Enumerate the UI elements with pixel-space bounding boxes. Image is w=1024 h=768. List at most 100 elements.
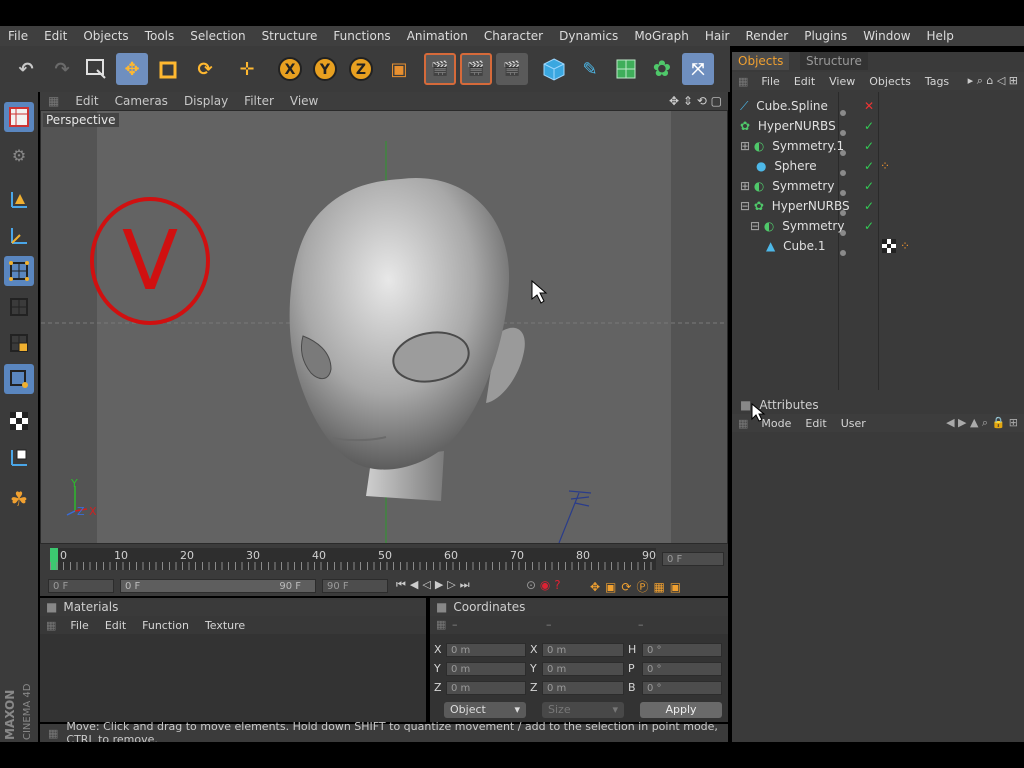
objects-search-home-icons[interactable]: ▸ ⌕ ⌂ ◁ ⊞ <box>968 74 1024 88</box>
menu-edit[interactable]: Edit <box>36 29 75 43</box>
menu-character[interactable]: Character <box>476 29 551 43</box>
materials-menu-edit[interactable]: Edit <box>97 619 134 632</box>
list-item[interactable]: ⊞ ◐ Symmetry.1 ✓ <box>740 137 1020 156</box>
menu-animation[interactable]: Animation <box>399 29 476 43</box>
menu-file[interactable]: File <box>0 29 36 43</box>
menu-mograph[interactable]: MoGraph <box>626 29 697 43</box>
list-item[interactable]: ⊟ ◐ Symmetry ✓ <box>750 217 1020 236</box>
move-tool-icon[interactable]: ✥ <box>116 53 148 85</box>
move-axis-icon[interactable]: ✛ <box>231 53 263 85</box>
menu-selection[interactable]: Selection <box>182 29 253 43</box>
enabled-check-icon[interactable]: ✓ <box>864 197 874 215</box>
nurbs-icon[interactable] <box>610 53 642 85</box>
enabled-check-icon[interactable]: ✓ <box>864 217 874 235</box>
texture-checker-icon[interactable] <box>4 406 34 436</box>
texture-mode-icon[interactable] <box>4 184 34 214</box>
y-axis-lock-icon[interactable]: Y <box>309 53 341 85</box>
timeline-ruler[interactable]: 0 10 20 30 40 50 60 70 80 90 0 F <box>40 544 728 576</box>
position-y-field[interactable]: 0 m <box>446 662 526 676</box>
record-controls[interactable]: ⊙ ◉ ? <box>526 578 586 594</box>
size-y-field[interactable]: 0 m <box>542 662 624 676</box>
tweak-mode-icon[interactable] <box>4 364 34 394</box>
collapse-minus-icon[interactable]: ⊟ <box>740 199 750 213</box>
frame-range-slider[interactable]: 0 F 90 F <box>120 579 316 593</box>
menu-objects[interactable]: Objects <box>75 29 136 43</box>
coord-size-select[interactable]: Size ▾ <box>542 702 624 718</box>
objects-menu-tags[interactable]: Tags <box>918 75 956 88</box>
viewport-nav-icons[interactable]: ✥ ⇕ ⟲ ▢ <box>669 94 728 108</box>
expand-plus-icon[interactable]: ⊞ <box>740 179 750 193</box>
material-tag-icon[interactable]: ⁘ <box>900 237 910 255</box>
array-icon[interactable]: ✿ <box>646 53 678 85</box>
autokey-icon[interactable]: ? <box>554 578 560 592</box>
viewport-menu-edit[interactable]: Edit <box>67 94 106 108</box>
objects-menu-objects[interactable]: Objects <box>862 75 918 88</box>
enabled-check-icon[interactable]: ✓ <box>864 157 874 175</box>
expand-plus-icon[interactable]: ⊞ <box>740 139 750 153</box>
menu-help[interactable]: Help <box>919 29 962 43</box>
rotation-h-field[interactable]: 0 ° <box>642 643 722 657</box>
viewport-menu-display[interactable]: Display <box>176 94 236 108</box>
tab-objects[interactable]: Objects <box>732 52 790 70</box>
enabled-check-icon[interactable]: ✓ <box>864 177 874 195</box>
list-item[interactable]: ⊟ ✿ HyperNURBS ✓ <box>740 197 1020 216</box>
attributes-nav-icons[interactable]: ◀ ▶ ▲ ⌕ 🔒 ⊞ <box>946 416 1024 430</box>
disabled-x-icon[interactable]: ✕ <box>864 97 874 115</box>
collapse-minus-icon[interactable]: ⊟ <box>750 219 760 233</box>
menu-render[interactable]: Render <box>737 29 796 43</box>
menu-plugins[interactable]: Plugins <box>796 29 855 43</box>
viewport-menu-filter[interactable]: Filter <box>236 94 282 108</box>
sculpt-icon[interactable]: ☘ <box>4 484 34 514</box>
render-view-icon[interactable]: 🎬 <box>424 53 456 85</box>
list-item[interactable]: ● Sphere ✓ ⁘ <box>756 157 1020 176</box>
size-z-field[interactable]: 0 m <box>542 681 624 695</box>
rotation-b-field[interactable]: 0 ° <box>642 681 722 695</box>
live-selection-icon[interactable] <box>80 53 112 85</box>
menu-hair[interactable]: Hair <box>697 29 738 43</box>
menu-window[interactable]: Window <box>855 29 918 43</box>
list-item[interactable]: ▲ Cube.1 ⁘ <box>766 237 1020 258</box>
viewport-menu-view[interactable]: View <box>282 94 326 108</box>
apply-button[interactable]: Apply <box>640 702 722 718</box>
coordinate-system-icon[interactable]: ▣ <box>383 53 415 85</box>
workplane-mode-icon[interactable] <box>4 220 34 250</box>
rotate-tool-icon[interactable]: ⟳ <box>189 53 221 85</box>
objects-menu-view[interactable]: View <box>822 75 862 88</box>
undo-icon[interactable]: ↶ <box>10 53 42 85</box>
materials-menu-texture[interactable]: Texture <box>197 619 253 632</box>
deformer-icon[interactable]: ⤧ <box>682 53 714 85</box>
position-x-field[interactable]: 0 m <box>446 643 526 657</box>
uv-axis-icon[interactable] <box>4 442 34 472</box>
list-item[interactable]: ⊞ ◐ Symmetry ✓ <box>740 177 1020 196</box>
menu-functions[interactable]: Functions <box>325 29 398 43</box>
menu-structure[interactable]: Structure <box>254 29 326 43</box>
viewport-menu-cameras[interactable]: Cameras <box>107 94 176 108</box>
objects-menu-file[interactable]: File <box>754 75 786 88</box>
visibility-dot-icon[interactable] <box>840 243 846 261</box>
render-picture-viewer-icon[interactable]: 🎬 <box>460 53 492 85</box>
polygons-mode-icon[interactable] <box>4 328 34 358</box>
model-mode-icon[interactable] <box>4 102 34 132</box>
size-x-field[interactable]: 0 m <box>542 643 624 657</box>
spline-pen-icon[interactable]: ✎ <box>574 53 606 85</box>
render-settings-icon[interactable]: 🎬 <box>496 53 528 85</box>
perspective-viewport[interactable]: Perspective V Y Z X <box>40 110 728 544</box>
key-type-icons[interactable]: ✥▣⟳Ⓟ▦▣ <box>590 578 726 594</box>
list-item[interactable]: ✿ HyperNURBS ✓ <box>740 117 1020 136</box>
x-axis-lock-icon[interactable]: X <box>274 53 306 85</box>
coord-mode-select[interactable]: Object ▾ <box>444 702 526 718</box>
texture-tag-icon[interactable] <box>882 239 896 258</box>
rotation-p-field[interactable]: 0 ° <box>642 662 722 676</box>
redo-icon[interactable]: ↷ <box>46 53 78 85</box>
materials-menu-file[interactable]: File <box>62 619 96 632</box>
position-z-field[interactable]: 0 m <box>446 681 526 695</box>
current-frame-field[interactable]: 0 F <box>662 552 724 566</box>
keyframe-icon[interactable]: ⊙ <box>526 578 536 592</box>
end-frame-field[interactable]: 90 F <box>322 579 388 593</box>
menu-tools[interactable]: Tools <box>137 29 183 43</box>
menu-dynamics[interactable]: Dynamics <box>551 29 626 43</box>
start-frame-field[interactable]: 0 F <box>48 579 114 593</box>
list-item[interactable]: ⟋ Cube.Spline ✕ <box>740 97 1020 116</box>
materials-menu-function[interactable]: Function <box>134 619 197 632</box>
cube-primitive-icon[interactable] <box>538 53 570 85</box>
